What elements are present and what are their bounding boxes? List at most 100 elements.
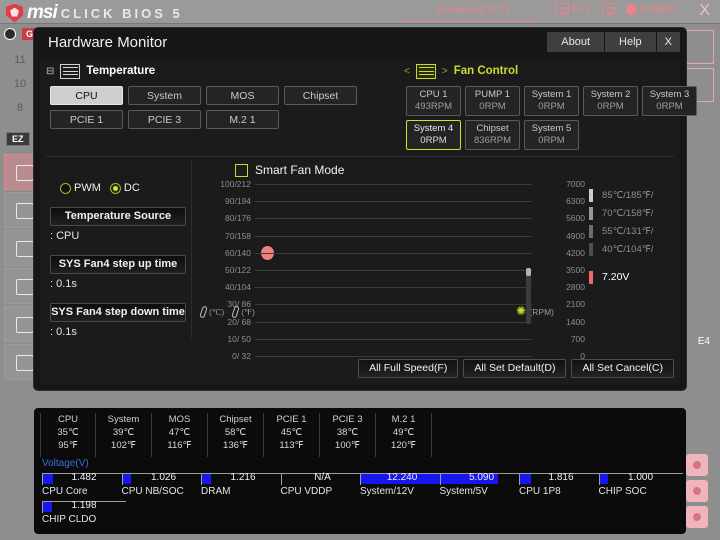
rpm-tick-5: 3500 <box>566 265 585 275</box>
smart-fan-mode-label: Smart Fan Mode <box>255 163 345 177</box>
fan-chip-system5[interactable]: System 5 0RPM <box>524 120 579 150</box>
language-button[interactable]: English <box>626 3 676 15</box>
voltage-name: CPU NB/SOC <box>121 486 184 497</box>
temp-chip-chipset[interactable]: Chipset <box>284 86 357 105</box>
voltage-row-0: 1.482 CPU Core 1.026 CPU NB/SOC 1.216 DRAM N/A… <box>42 469 683 497</box>
screenshot-button[interactable]: F12 <box>555 3 591 15</box>
temp-readout-name: System <box>107 414 140 425</box>
fan-chip-system1-rpm: 0RPM <box>538 100 565 112</box>
temperature-graph-icon <box>60 63 81 79</box>
fan-chip-chipset[interactable]: Chipset 836RPM <box>465 120 520 150</box>
temp-chip-pcie3[interactable]: PCIE 3 <box>128 110 201 129</box>
fan-chip-cpu1[interactable]: CPU 1 493RPM <box>406 86 461 116</box>
temp-readout-name: PCIE 1 <box>276 414 307 425</box>
chevron-left-icon[interactable]: < <box>404 66 410 77</box>
fan-mode-radio-group: PWM DC <box>60 182 186 194</box>
voltage-name: CHIP CLDO <box>42 514 97 525</box>
temp-readout-name: PCIE 3 <box>332 414 363 425</box>
temp-tick-2: 80/176 <box>225 213 251 224</box>
graph-scrollbar[interactable] <box>526 268 531 324</box>
section-divider-horizontal <box>46 156 674 157</box>
rpm-tick-4: 4200 <box>566 247 585 258</box>
step-up-time-button[interactable]: SYS Fan4 step up time <box>50 255 186 274</box>
fan-curve-plot[interactable]: 100/212 90/194 80/176 70/158 60/140 50/122 40/… <box>197 179 720 361</box>
msi-shield-icon <box>6 3 23 23</box>
voltage-value: 1.026 <box>150 472 177 483</box>
temp-readout-system: System 39℃ 102℉ <box>96 413 152 457</box>
fan-chip-system2[interactable]: System 2 0RPM <box>583 86 638 116</box>
screenshot-key-label: F12 <box>572 3 591 15</box>
plot-grid-area[interactable] <box>255 184 532 357</box>
fan-chip-system1[interactable]: System 1 0RPM <box>524 86 579 116</box>
temp-chip-m21[interactable]: M.2 1 <box>206 110 279 129</box>
voltage-name: System/12V <box>360 486 414 497</box>
fan-chip-system4-label: System 4 <box>413 123 454 134</box>
thermometer-fahrenheit-icon <box>231 305 240 319</box>
temp-chip-system[interactable]: System <box>128 86 201 105</box>
dialog-close-button[interactable]: X <box>656 32 680 52</box>
step-down-time-button[interactable]: SYS Fan4 step down time <box>50 303 186 322</box>
all-set-cancel-button[interactable]: All Set Cancel(C) <box>571 359 674 378</box>
voltage-readout-rows: 1.482 CPU Core 1.026 CPU NB/SOC 1.216 DRAM N/A… <box>34 469 686 525</box>
dialog-title-bar: Hardware Monitor About Help X <box>34 28 686 58</box>
rpm-unit-label: (RPM) <box>529 307 554 317</box>
rpm-tick-3: 4900 <box>566 230 585 241</box>
temp-readout-fahrenheit: 116℉ <box>167 439 192 451</box>
dc-radio[interactable] <box>109 182 121 194</box>
temp-readout-pcie-3: PCIE 3 38℃ 100℉ <box>320 413 376 457</box>
temperature-source-button[interactable]: Temperature Source <box>50 207 186 226</box>
fan-chip-cpu1-label: CPU 1 <box>419 89 448 100</box>
temp-readout-name: CPU <box>57 414 79 425</box>
fan-curve-graph: Smart Fan Mode 100/212 90/194 80/176 70/158… <box>197 160 720 361</box>
legend-row-1: 70℃/158℉/ 10.80V <box>589 204 720 222</box>
gridline-7 <box>255 304 532 306</box>
temp-chip-cpu[interactable]: CPU <box>50 86 123 105</box>
voltage-name: CHIP SOC <box>598 486 647 497</box>
fan-chip-system3-label: System 3 <box>649 89 690 100</box>
graph-legend: 85℃/185℉/ 12.00V 70℃/158℉/ 10.80V 55℃/131℉/ 8… <box>589 186 720 286</box>
expander-icon[interactable]: ⊟ <box>46 66 54 77</box>
search-button[interactable] <box>602 3 616 15</box>
fan-control-graph-icon <box>415 63 436 79</box>
temp-tick-9: 10/ 50 <box>227 333 251 344</box>
all-full-speed-button[interactable]: All Full Speed(F) <box>358 359 459 378</box>
temp-chip-pcie1[interactable]: PCIE 1 <box>50 110 123 129</box>
legend-row-0: 85℃/185℉/ 12.00V <box>589 186 720 204</box>
thermometer-celsius-icon <box>199 305 208 319</box>
fan-chip-system3[interactable]: System 3 0RPM <box>642 86 697 116</box>
gridline-10 <box>255 356 532 357</box>
legend-current-swatch <box>589 270 593 284</box>
chevron-right-icon[interactable]: > <box>442 66 448 77</box>
temp-chip-mos[interactable]: MOS <box>206 86 279 105</box>
voltage-value: 12.240 <box>386 472 418 483</box>
bios-close-button[interactable]: X <box>699 2 710 20</box>
advanced-mode-tab[interactable]: Advanced (F7) <box>401 1 544 22</box>
temp-tick-8: 20/ 68 <box>227 316 251 327</box>
voltage-cell-cpu-1p8: 1.816 CPU 1P8 <box>519 469 603 497</box>
legend-row-3: 40℃/104℉/ 6.00V <box>589 240 720 258</box>
temperature-source-grid: CPU System MOS Chipset PCIE 1 PCIE 3 M.2… <box>40 82 395 129</box>
fan-chip-pump1-rpm: 0RPM <box>479 100 506 112</box>
msi-logo: msi CLICK BIOS 5 <box>6 2 183 24</box>
fan-selector-grid: CPU 1 493RPM PUMP 1 0RPM System 1 0RPM S… <box>398 82 697 150</box>
temp-readout-cpu: CPU 35℃ 95℉ <box>40 413 96 457</box>
fan-icon: ✺ <box>515 304 526 318</box>
temp-tick-4: 60/140 <box>225 247 251 258</box>
fan-chip-pump1[interactable]: PUMP 1 0RPM <box>465 86 520 116</box>
temp-tick-3: 70/158 <box>225 230 251 241</box>
fan-chip-system4[interactable]: System 4 0RPM <box>406 120 461 150</box>
smart-fan-mode-checkbox[interactable] <box>235 163 248 177</box>
all-set-default-button[interactable]: All Set Default(D) <box>463 359 567 378</box>
temp-readout-celsius: 49℃ <box>392 426 415 438</box>
temp-tick-5: 50/122 <box>225 265 251 275</box>
rpm-tick-8: 1400 <box>566 316 585 327</box>
pwm-radio[interactable] <box>60 182 71 194</box>
temp-readout-celsius: 35℃ <box>57 426 79 438</box>
port-icon-2 <box>686 480 708 502</box>
fan-chip-system3-rpm: 0RPM <box>656 100 683 112</box>
ez-mode-button[interactable]: EZ <box>6 132 30 146</box>
temp-readout-celsius: 47℃ <box>168 426 191 438</box>
help-button[interactable]: Help <box>605 32 656 52</box>
temp-readout-name: Chipset <box>219 414 252 425</box>
about-button[interactable]: About <box>547 32 605 52</box>
